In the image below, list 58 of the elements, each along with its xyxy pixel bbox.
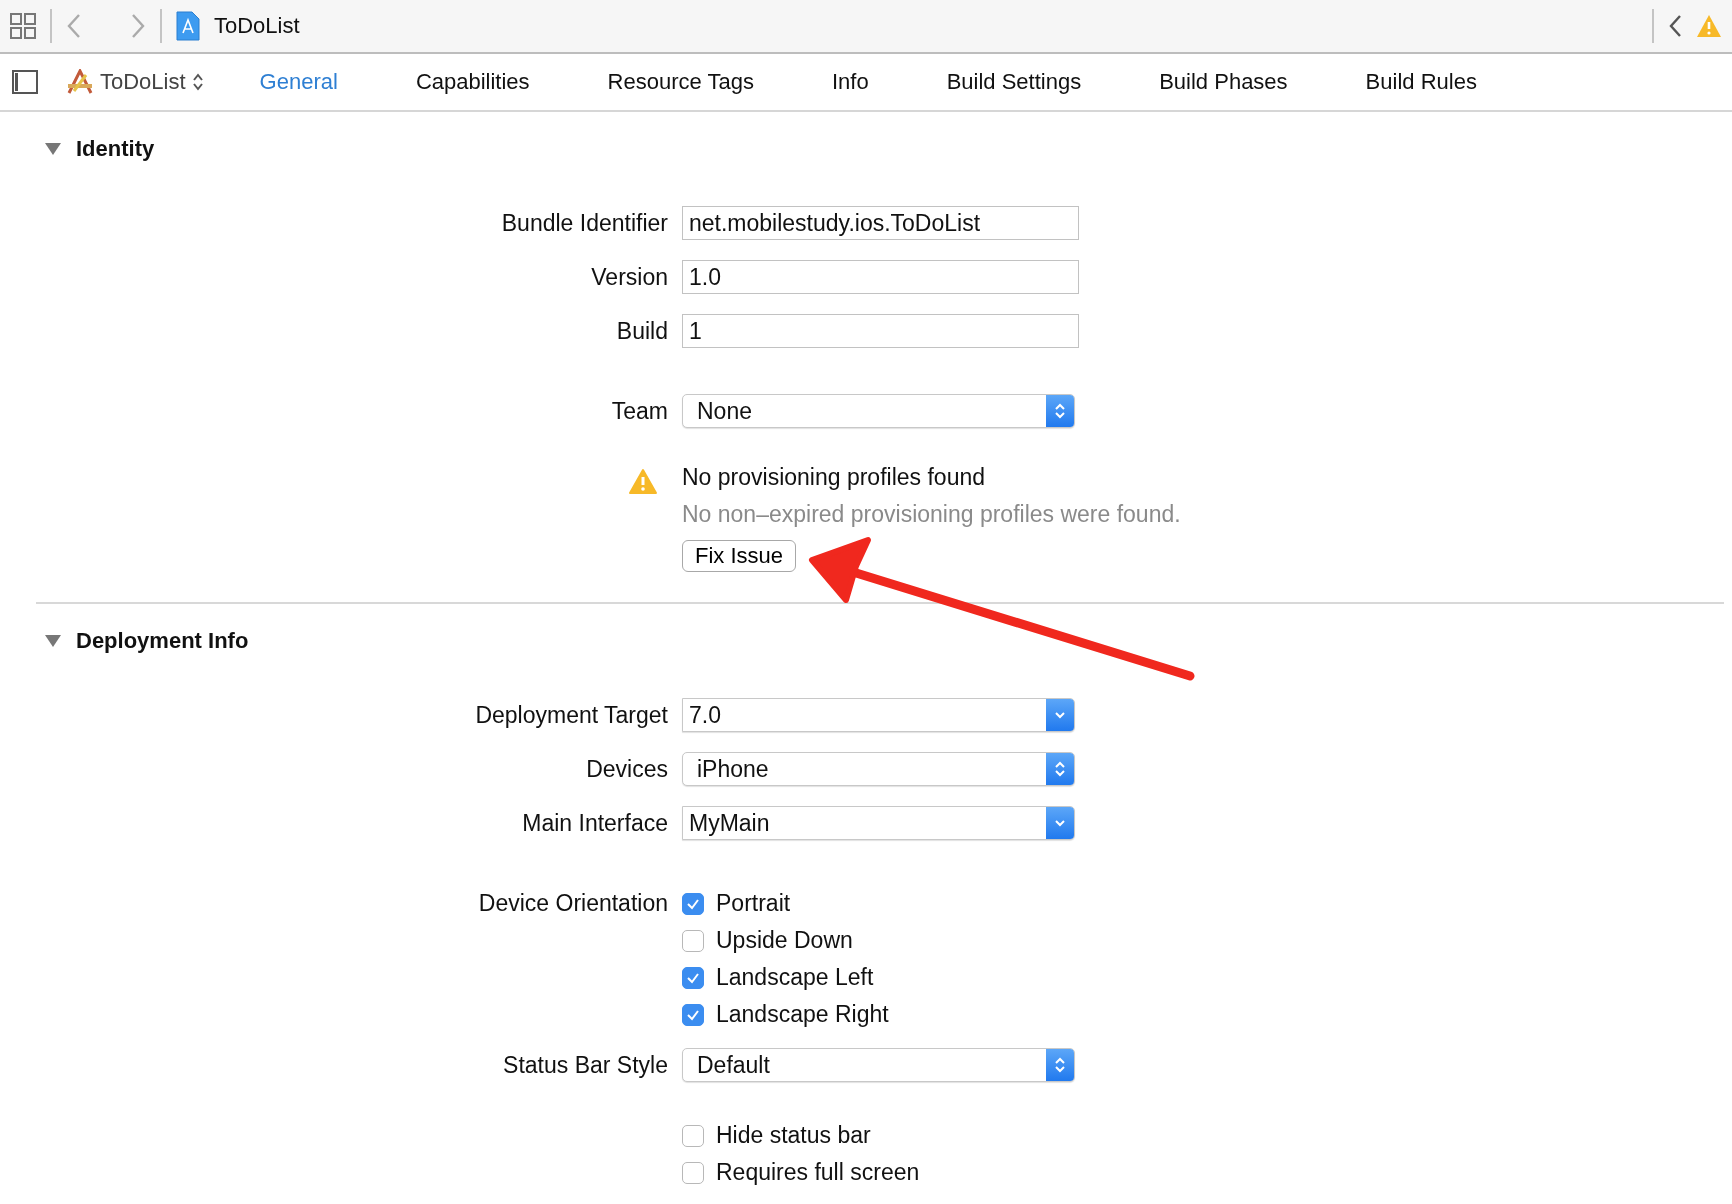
- checkbox-label: Upside Down: [716, 927, 853, 954]
- back-icon[interactable]: [1668, 14, 1682, 38]
- issue-title: No provisioning profiles found: [682, 464, 985, 491]
- app-icon: [66, 69, 94, 95]
- chevron-down-icon[interactable]: [1046, 699, 1074, 731]
- tab[interactable]: Build Phases: [1159, 63, 1288, 101]
- field-label: Build: [615, 317, 668, 346]
- tab[interactable]: Resource Tags: [607, 63, 754, 101]
- tab[interactable]: Capabilities: [415, 63, 530, 101]
- checkbox[interactable]: [682, 1003, 704, 1026]
- checkbox[interactable]: [682, 929, 704, 952]
- tab[interactable]: Build Settings: [946, 63, 1082, 101]
- checkbox-label: Portrait: [716, 890, 791, 917]
- field-label: Bundle Identifier: [500, 209, 668, 238]
- checkbox[interactable]: [682, 966, 704, 989]
- field-label: Team: [610, 397, 668, 426]
- text-field[interactable]: 1: [682, 314, 1079, 348]
- tab[interactable]: General: [259, 63, 338, 101]
- dropdown[interactable]: None: [682, 394, 1075, 428]
- field-label: Device Orientation: [477, 889, 668, 918]
- stepper-icon[interactable]: [1046, 753, 1074, 785]
- field-label: Status Bar Style: [502, 1051, 668, 1080]
- stepper-icon[interactable]: [191, 72, 204, 92]
- fix-issue-button[interactable]: Fix Issue: [682, 540, 797, 572]
- project-file-icon: [176, 11, 200, 41]
- sidebar-toggle-icon[interactable]: [12, 70, 38, 94]
- section-title: Deployment Info: [76, 628, 249, 654]
- disclosure-triangle-icon[interactable]: [44, 142, 62, 156]
- text-field[interactable]: net.mobilestudy.ios.ToDoList: [682, 206, 1079, 240]
- checkbox[interactable]: [682, 892, 704, 915]
- grid-icon[interactable]: [10, 13, 36, 39]
- chevron-down-icon[interactable]: [1046, 807, 1074, 839]
- disclosure-triangle-icon[interactable]: [44, 634, 62, 648]
- tab[interactable]: Info: [831, 63, 869, 101]
- field-label: Main Interface: [521, 809, 668, 838]
- target-selector[interactable]: ToDoList: [100, 69, 186, 95]
- stepper-icon[interactable]: [1046, 1049, 1074, 1081]
- checkbox[interactable]: [682, 1161, 704, 1184]
- warning-icon: [628, 468, 658, 495]
- window-title: ToDoList: [214, 13, 300, 39]
- forward-icon[interactable]: [130, 13, 146, 39]
- dropdown[interactable]: Default: [682, 1048, 1075, 1082]
- field-label: Version: [590, 263, 668, 292]
- checkbox-label: Hide status bar: [716, 1122, 871, 1149]
- checkbox-label: Landscape Left: [716, 964, 874, 991]
- dropdown[interactable]: iPhone: [682, 752, 1075, 786]
- checkbox[interactable]: [682, 1124, 704, 1147]
- dropdown[interactable]: MyMain: [682, 806, 1075, 840]
- checkbox-label: Landscape Right: [716, 1001, 889, 1028]
- dropdown[interactable]: 7.0: [682, 698, 1075, 732]
- issue-detail: No non–expired provisioning profiles were found.: [682, 501, 1181, 528]
- stepper-icon[interactable]: [1046, 395, 1074, 427]
- field-label: Deployment Target: [474, 701, 668, 730]
- field-label: Devices: [585, 755, 668, 784]
- checkbox-label: Requires full screen: [716, 1159, 920, 1186]
- text-field[interactable]: 1.0: [682, 260, 1079, 294]
- tab[interactable]: Build Rules: [1365, 63, 1477, 101]
- section-title: Identity: [76, 136, 155, 162]
